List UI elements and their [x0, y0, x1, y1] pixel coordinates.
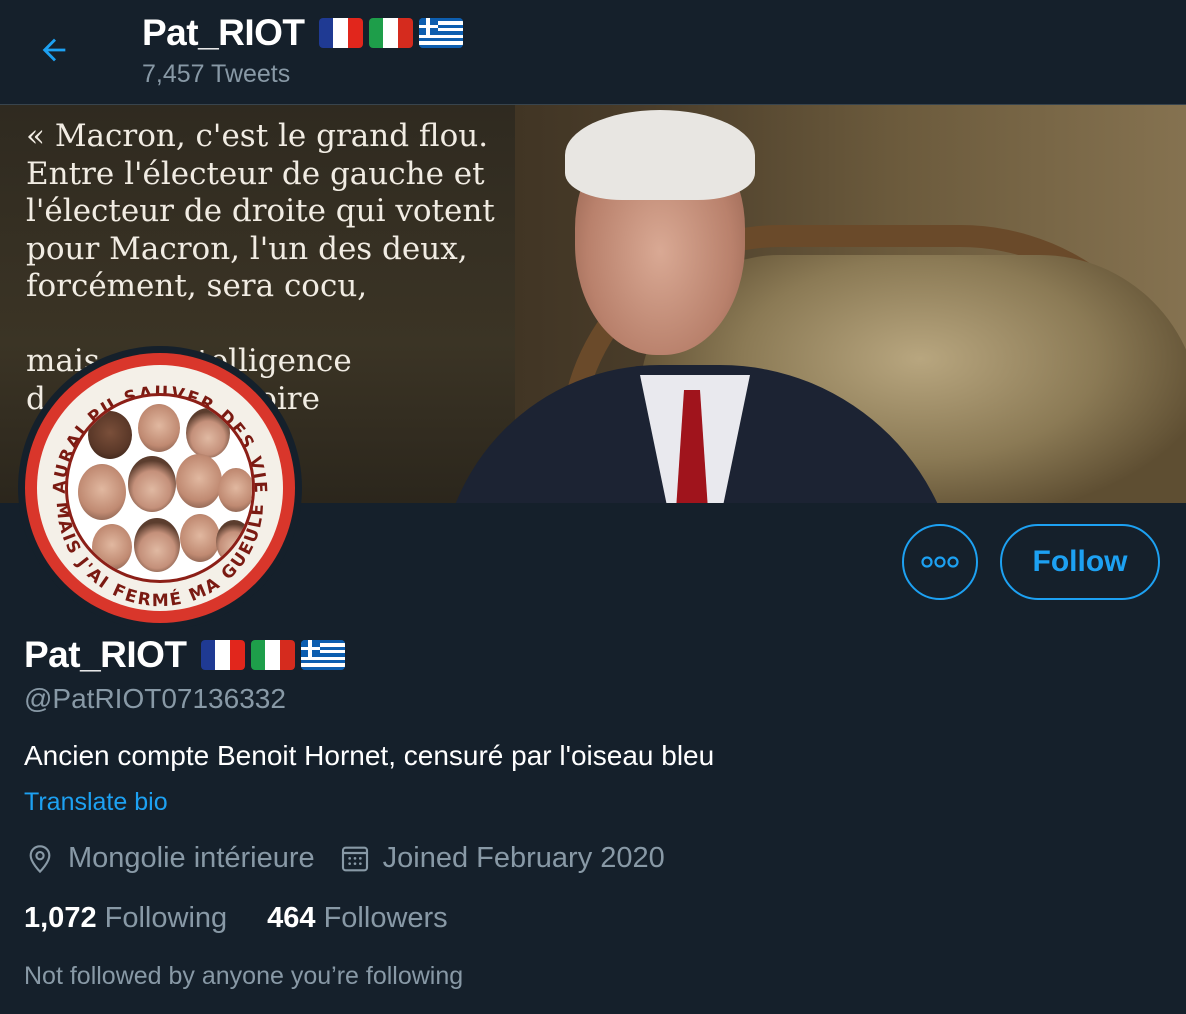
avatar-faces-collage: [65, 393, 255, 583]
france-flag-icon: [318, 18, 363, 48]
header-title: Pat_RIOT: [142, 12, 305, 53]
profile-joined: Joined February 2020: [382, 842, 665, 874]
profile-name: Pat_RIOT: [24, 634, 187, 675]
greece-flag-icon: [418, 18, 463, 48]
profile-name-row: Pat_RIOT: [24, 634, 345, 676]
translate-bio-link[interactable]: Translate bio: [24, 788, 168, 817]
not-followed-notice: Not followed by anyone you’re following: [24, 962, 464, 990]
avatar-badge: J'AURAI PU SAUVER DES VIES MAIS J'AI FER…: [25, 353, 295, 623]
followers-link[interactable]: 464 Followers: [267, 902, 448, 935]
location-item: Mongolie intérieure: [24, 842, 315, 875]
followers-label: Followers: [323, 902, 448, 934]
italy-flag-icon: [250, 640, 295, 670]
france-flag-icon: [200, 640, 245, 670]
header-title-row: Pat_RIOT: [142, 12, 463, 54]
calendar-icon: [341, 846, 368, 871]
profile-bio: Ancien compte Benoit Hornet, censuré par…: [24, 740, 715, 771]
follow-button[interactable]: Follow: [1000, 524, 1160, 600]
following-label: Following: [104, 902, 228, 934]
location-pin-icon: [29, 844, 51, 873]
greece-flag-icon: [300, 640, 345, 670]
more-options-button[interactable]: [902, 524, 978, 600]
top-bar: Pat_RIOT 7,457 Tweets: [0, 0, 1186, 105]
arrow-left-icon: [42, 38, 66, 62]
profile-avatar[interactable]: J'AURAI PU SAUVER DES VIES MAIS J'AI FER…: [18, 346, 302, 630]
back-button[interactable]: [26, 22, 82, 78]
italy-flag-icon: [368, 18, 413, 48]
profile-flags: [200, 640, 345, 670]
following-count: 1,072: [24, 902, 97, 934]
followers-count: 464: [267, 902, 316, 934]
profile-handle: @PatRIOT07136332: [24, 683, 286, 714]
tweet-count: 7,457 Tweets: [142, 60, 291, 88]
following-link[interactable]: 1,072 Following: [24, 902, 227, 935]
banner-person-hair: [565, 110, 755, 200]
header-flags: [318, 18, 463, 48]
profile-meta: Mongolie intérieure Joined February 2020: [24, 842, 689, 875]
more-options-icon: [921, 556, 959, 568]
profile-location: Mongolie intérieure: [68, 842, 315, 874]
joined-item: Joined February 2020: [339, 842, 665, 875]
profile-stats: 1,072 Following 464 Followers: [24, 902, 448, 935]
